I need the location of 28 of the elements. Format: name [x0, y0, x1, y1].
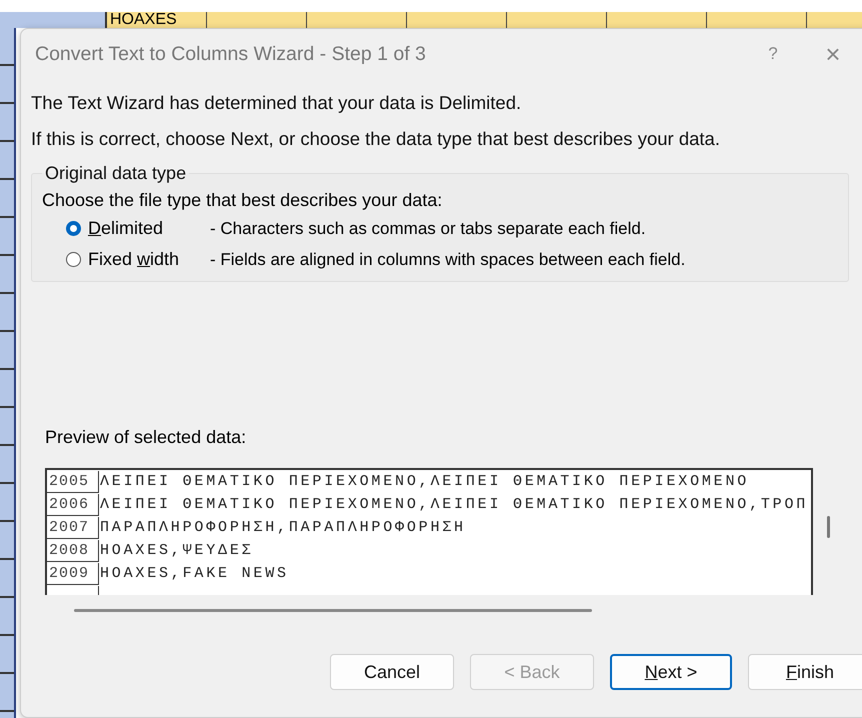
scrollbar-thumb[interactable] [827, 516, 830, 538]
preview-line: HOAXES,FAKE NEWS [99, 565, 289, 582]
sheet-cell: HOAXES [107, 12, 207, 28]
dialog-button[interactable]: Next > [610, 654, 732, 690]
radio-button[interactable] [66, 252, 81, 267]
line-number: 2008 [47, 540, 99, 562]
line-number: 2005 [47, 470, 99, 492]
option-label[interactable]: Fixed width [88, 249, 210, 270]
preview-label: Preview of selected data: [45, 427, 248, 448]
preview-line: ΛΕΙΠΕΙ ΘΕΜΑΤΙΚΟ ΠΕΡΙΕΧΟΜΕΝΟ,ΛΕΙΠΕΙ ΘΕΜΑΤΙΚΟ ΠΕΡΙΕΧΟΜΕΝΟ [99, 473, 750, 490]
intro-text: The Text Wizard has determined that your data is Delimited. [31, 93, 522, 113]
window-title: Convert Text to Columns Wizard - Step 1 of 3 [35, 42, 427, 66]
preview-line: ΛΕΙΠΕΙ ΘΕΜΑΤΙΚΟ ΠΕΡΙΕΧΟΜΕΝΟ,ΛΕΙΠΕΙ ΘΕΜΑΤΙΚΟ ΠΕΡΙΕΧΟΜΕΝΟ,ΤΡΟΠ [99, 496, 808, 513]
intro-text: If this is correct, choose Next, or choose the data type that best describes your data. [31, 129, 721, 149]
line-number: 2006 [47, 494, 99, 516]
option-description: - Characters such as commas or tabs separate each field. [210, 218, 646, 238]
line-number: 2009 [47, 562, 99, 584]
scrollbar-thumb[interactable] [74, 609, 592, 612]
option-label[interactable]: Delimited [88, 218, 210, 239]
line-number: 2007 [47, 516, 99, 538]
group-legend: Original data type [42, 163, 190, 184]
dialog-button[interactable]: Finish [748, 654, 862, 690]
option-description: - Fields are aligned in columns with spaces between each field. [210, 250, 686, 270]
radio-button[interactable] [66, 221, 81, 236]
dialog-button[interactable]: Cancel [330, 654, 454, 690]
prompt-text: Choose the file type that best describes your data: [42, 190, 444, 211]
preview-line: ΠΑΡΑΠΛΗΡΟΦΟΡΗΣΗ,ΠΑΡΑΠΛΗΡΟΦΟΡΗΣΗ [99, 519, 466, 536]
preview-line: HOAXES,ΨΕΥΔΕΣ [99, 542, 254, 559]
